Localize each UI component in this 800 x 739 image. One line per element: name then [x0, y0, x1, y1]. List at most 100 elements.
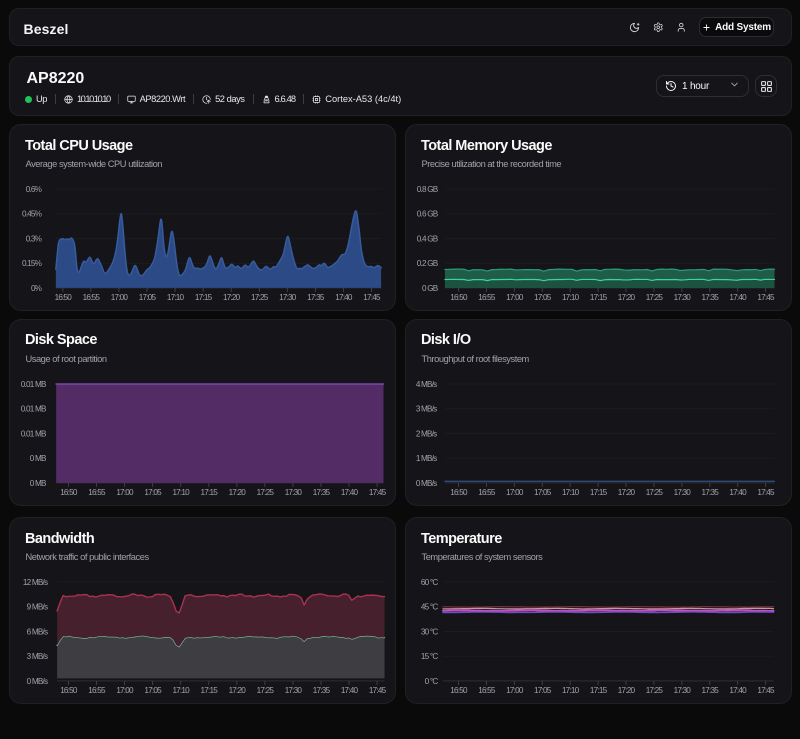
svg-text:0.45%: 0.45% — [22, 210, 42, 219]
svg-text:16:50: 16:50 — [60, 488, 78, 497]
svg-text:17:35: 17:35 — [702, 488, 720, 497]
svg-text:17:25: 17:25 — [646, 686, 664, 695]
svg-text:17:10: 17:10 — [172, 686, 190, 695]
svg-text:17:45: 17:45 — [369, 488, 387, 497]
svg-text:16:55: 16:55 — [83, 293, 101, 302]
svg-text:17:45: 17:45 — [757, 488, 775, 497]
svg-text:16:55: 16:55 — [478, 488, 496, 497]
svg-text:0 MB/s: 0 MB/s — [27, 677, 48, 686]
svg-text:16:50: 16:50 — [450, 293, 468, 302]
svg-text:16:50: 16:50 — [450, 686, 468, 695]
svg-text:0.4 GB: 0.4 GB — [417, 234, 439, 243]
svg-text:9 MB/s: 9 MB/s — [27, 603, 48, 612]
svg-text:17:45: 17:45 — [757, 293, 775, 302]
svg-text:17:10: 17:10 — [172, 488, 190, 497]
svg-text:17:20: 17:20 — [229, 488, 247, 497]
svg-text:17:25: 17:25 — [251, 293, 269, 302]
svg-text:0 MB: 0 MB — [30, 478, 47, 487]
svg-text:17:35: 17:35 — [702, 293, 720, 302]
svg-text:17:40: 17:40 — [729, 686, 747, 695]
svg-text:17:00: 17:00 — [116, 686, 134, 695]
svg-text:16:50: 16:50 — [60, 686, 78, 695]
svg-text:17:20: 17:20 — [618, 488, 636, 497]
svg-text:17:30: 17:30 — [674, 293, 692, 302]
svg-text:17:05: 17:05 — [534, 293, 552, 302]
svg-text:17:25: 17:25 — [646, 488, 664, 497]
svg-text:17:05: 17:05 — [144, 686, 162, 695]
svg-text:17:40: 17:40 — [729, 293, 747, 302]
svg-text:17:45: 17:45 — [369, 686, 387, 695]
svg-text:17:05: 17:05 — [534, 686, 552, 695]
svg-text:3 MB/s: 3 MB/s — [416, 404, 437, 413]
svg-text:0.6%: 0.6% — [26, 185, 42, 194]
svg-text:0.6 GB: 0.6 GB — [417, 210, 439, 219]
svg-text:17:45: 17:45 — [363, 293, 381, 302]
svg-text:17:10: 17:10 — [562, 686, 580, 695]
svg-text:17:40: 17:40 — [341, 488, 359, 497]
svg-text:17:05: 17:05 — [534, 488, 552, 497]
svg-text:4 MB/s: 4 MB/s — [416, 380, 437, 389]
svg-text:0 MB: 0 MB — [30, 454, 47, 463]
svg-text:17:30: 17:30 — [279, 293, 297, 302]
svg-text:17:35: 17:35 — [313, 686, 331, 695]
svg-text:17:00: 17:00 — [111, 293, 129, 302]
svg-text:17:00: 17:00 — [506, 293, 524, 302]
svg-text:17:10: 17:10 — [562, 488, 580, 497]
svg-text:16:50: 16:50 — [450, 488, 468, 497]
svg-text:17:40: 17:40 — [729, 488, 747, 497]
svg-text:3 MB/s: 3 MB/s — [27, 652, 48, 661]
svg-text:16:55: 16:55 — [88, 488, 106, 497]
svg-text:17:35: 17:35 — [307, 293, 325, 302]
svg-text:17:00: 17:00 — [506, 686, 524, 695]
svg-text:0 °C: 0 °C — [425, 677, 439, 686]
svg-text:1 MB/s: 1 MB/s — [416, 454, 437, 463]
svg-text:0 GB: 0 GB — [422, 284, 439, 293]
svg-text:0.01 MB: 0.01 MB — [21, 429, 47, 438]
svg-text:6 MB/s: 6 MB/s — [27, 627, 48, 636]
svg-text:0.8 GB: 0.8 GB — [417, 185, 439, 194]
svg-text:0%: 0% — [31, 284, 42, 293]
svg-text:15 °C: 15 °C — [421, 652, 438, 661]
svg-text:16:50: 16:50 — [55, 293, 73, 302]
svg-text:16:55: 16:55 — [88, 686, 106, 695]
svg-text:17:30: 17:30 — [674, 686, 692, 695]
svg-text:17:10: 17:10 — [167, 293, 185, 302]
svg-text:60 °C: 60 °C — [421, 578, 438, 587]
svg-text:17:25: 17:25 — [257, 686, 275, 695]
svg-text:17:15: 17:15 — [195, 293, 213, 302]
svg-text:17:10: 17:10 — [562, 293, 580, 302]
svg-text:0.3%: 0.3% — [26, 234, 42, 243]
svg-text:17:35: 17:35 — [702, 686, 720, 695]
svg-text:17:20: 17:20 — [618, 293, 636, 302]
svg-text:17:15: 17:15 — [201, 686, 219, 695]
svg-text:17:05: 17:05 — [144, 488, 162, 497]
svg-text:16:55: 16:55 — [478, 686, 496, 695]
svg-text:17:30: 17:30 — [285, 488, 303, 497]
svg-text:0.15%: 0.15% — [22, 259, 42, 268]
svg-text:0.01 MB: 0.01 MB — [21, 404, 47, 413]
svg-text:17:15: 17:15 — [590, 293, 608, 302]
svg-text:30 °C: 30 °C — [421, 627, 438, 636]
svg-text:17:15: 17:15 — [590, 686, 608, 695]
svg-text:17:15: 17:15 — [201, 488, 219, 497]
svg-text:17:30: 17:30 — [674, 488, 692, 497]
svg-text:16:55: 16:55 — [478, 293, 496, 302]
svg-text:17:40: 17:40 — [341, 686, 359, 695]
svg-text:17:00: 17:00 — [506, 488, 524, 497]
svg-text:17:20: 17:20 — [618, 686, 636, 695]
svg-text:2 MB/s: 2 MB/s — [416, 429, 437, 438]
svg-text:17:20: 17:20 — [223, 293, 241, 302]
svg-text:17:35: 17:35 — [313, 488, 331, 497]
svg-text:17:25: 17:25 — [646, 293, 664, 302]
svg-text:17:45: 17:45 — [757, 686, 775, 695]
svg-text:17:20: 17:20 — [229, 686, 247, 695]
svg-text:45 °C: 45 °C — [421, 603, 438, 612]
svg-text:17:40: 17:40 — [335, 293, 353, 302]
svg-text:17:15: 17:15 — [590, 488, 608, 497]
svg-text:17:00: 17:00 — [116, 488, 134, 497]
svg-text:17:30: 17:30 — [285, 686, 303, 695]
svg-text:12 MB/s: 12 MB/s — [23, 578, 48, 587]
svg-text:17:25: 17:25 — [257, 488, 275, 497]
svg-text:0.01 MB: 0.01 MB — [21, 380, 47, 389]
svg-text:0.2 GB: 0.2 GB — [417, 259, 439, 268]
